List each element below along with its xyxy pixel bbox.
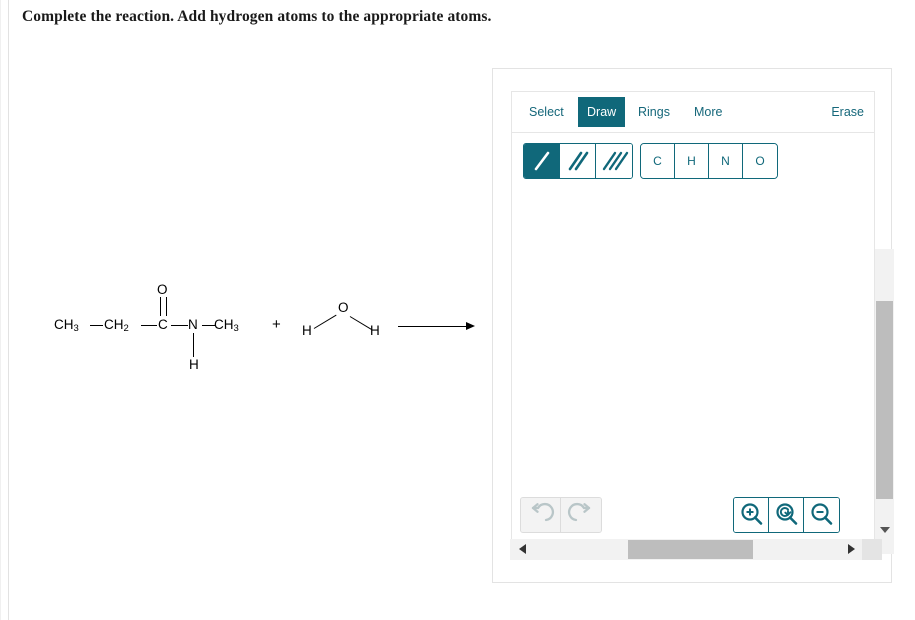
undo-button[interactable] — [521, 498, 561, 532]
bond-ch3-ch2 — [90, 325, 103, 326]
canvas-horizontal-scrollbar-thumb[interactable] — [628, 540, 753, 559]
scrollbar-corner — [862, 539, 882, 560]
tab-rings[interactable]: Rings — [629, 97, 679, 127]
tab-select[interactable]: Select — [520, 97, 573, 127]
page-content-edge-line — [8, 0, 9, 620]
tab-draw[interactable]: Draw — [578, 97, 626, 127]
zoom-reset-button[interactable] — [769, 498, 804, 532]
reaction-plus-sign: + — [272, 316, 281, 333]
atom-label-ch2: CH2 — [104, 317, 129, 334]
editor-tab-bar: Select Draw Rings More Erase — [512, 92, 874, 133]
zoom-in-button[interactable] — [734, 498, 769, 532]
double-bond-button[interactable] — [560, 144, 596, 178]
atom-label-ch3-left: CH3 — [54, 317, 79, 334]
bond-carbonyl-double-a — [160, 297, 161, 316]
atom-label-nitrogen: N — [188, 317, 198, 332]
canvas-vertical-scrollbar-thumb[interactable] — [876, 301, 893, 499]
canvas-horizontal-scrollbar[interactable] — [510, 539, 882, 560]
bond-water-o-h-left — [313, 314, 337, 329]
bond-carbonyl-nitrogen — [171, 325, 188, 326]
redo-button[interactable] — [561, 498, 601, 532]
bond-tool-group — [523, 143, 633, 179]
bond-carbonyl-double-b — [166, 297, 167, 316]
canvas-vertical-scrollbar[interactable] — [875, 249, 894, 554]
editor-toolbar: Select Draw Rings More Erase C H N O — [511, 91, 875, 249]
atom-label-water-hydrogen-left: H — [302, 323, 312, 338]
erase-button[interactable]: Erase — [831, 97, 864, 127]
bond-ch2-carbonyl — [141, 325, 157, 326]
element-button-c[interactable]: C — [641, 144, 675, 178]
scroll-left-arrow-icon[interactable] — [519, 544, 526, 554]
element-tool-group: C H N O — [640, 143, 778, 179]
history-button-group — [520, 497, 602, 533]
reaction-arrow-head — [466, 322, 475, 330]
atom-label-water-hydrogen-right: H — [370, 323, 380, 338]
element-button-h[interactable]: H — [675, 144, 709, 178]
reaction-scheme: CH3 CH2 C O N H CH3 + O H H — [40, 270, 490, 390]
scroll-down-arrow-icon[interactable] — [880, 527, 890, 533]
single-bond-button[interactable] — [524, 144, 560, 178]
element-button-o[interactable]: O — [743, 144, 777, 178]
page-left-margin-line — [0, 0, 1, 620]
element-button-n[interactable]: N — [709, 144, 743, 178]
atom-label-ch3-right: CH3 — [214, 317, 239, 334]
page-title: Complete the reaction. Add hydrogen atom… — [22, 8, 492, 25]
scroll-right-arrow-icon[interactable] — [848, 544, 855, 554]
atom-label-nitrogen-hydrogen: H — [189, 357, 199, 372]
atom-label-carbonyl-oxygen: O — [157, 282, 168, 297]
editor-tool-row: C H N O — [512, 133, 874, 193]
zoom-out-button[interactable] — [804, 498, 839, 532]
bond-nitrogen-hydrogen — [193, 333, 194, 357]
reaction-arrow-line — [398, 326, 468, 327]
atom-label-carbonyl-carbon: C — [158, 317, 168, 332]
zoom-button-group — [733, 497, 840, 533]
atom-label-water-oxygen: O — [338, 300, 349, 315]
tab-more[interactable]: More — [685, 97, 731, 127]
triple-bond-button[interactable] — [596, 144, 632, 178]
